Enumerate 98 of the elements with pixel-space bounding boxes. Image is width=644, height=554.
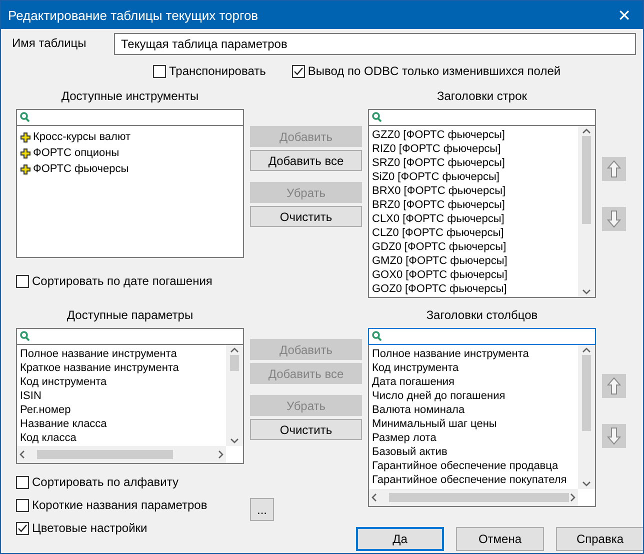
- scroll-up-icon[interactable]: [582, 128, 591, 134]
- tree-item[interactable]: ФОРТС опционы: [33, 146, 120, 160]
- field-label: Имя таблицы: [12, 36, 88, 50]
- list-item[interactable]: GMZ0 [ФОРТС фьючерсы]: [372, 254, 508, 268]
- list-heading: Заголовки строк: [436, 89, 527, 104]
- list-item[interactable]: Код инструмента: [20, 375, 107, 389]
- list-item[interactable]: Полное название инструмента: [20, 347, 177, 361]
- list-item[interactable]: CLZ0 [ФОРТС фьючерсы]: [372, 226, 504, 240]
- search-field[interactable]: [368, 109, 596, 126]
- plus-icon[interactable]: [20, 132, 31, 142]
- list-item[interactable]: Название класса: [20, 417, 107, 431]
- list-item[interactable]: Размер лота: [372, 431, 436, 445]
- scroll-left-icon[interactable]: [19, 450, 25, 459]
- scroll-right-icon[interactable]: [570, 493, 576, 502]
- checkbox[interactable]: [153, 64, 166, 78]
- list-item[interactable]: GDZ0 [ФОРТС фьючерсы]: [372, 240, 506, 254]
- scrollbar-thumb[interactable]: [582, 136, 591, 224]
- scrollbar-thumb[interactable]: [582, 355, 591, 431]
- list-item[interactable]: Код инструмента: [372, 361, 459, 375]
- list-item[interactable]: Рег.номер: [20, 403, 71, 417]
- list-heading: Доступные параметры: [66, 308, 194, 323]
- tree-item[interactable]: ФОРТС фьючерсы: [33, 162, 129, 176]
- checkbox-label: Цветовые настройки: [32, 521, 148, 535]
- window-title: Редактирование таблицы текущих торгов: [8, 8, 258, 22]
- search-icon: [20, 331, 30, 342]
- search-icon: [372, 112, 382, 123]
- list-item[interactable]: Валюта номинала: [372, 403, 465, 417]
- checkbox[interactable]: [16, 522, 29, 534]
- list-item[interactable]: CLX0 [ФОРТС фьючерсы]: [372, 212, 504, 226]
- scrollbar-thumb[interactable]: [37, 450, 173, 459]
- table-name-field[interactable]: Текущая таблица параметров: [114, 33, 636, 55]
- list-button[interactable]: Очистить: [250, 206, 362, 227]
- list-heading: Заголовки столбцов: [426, 308, 538, 323]
- scroll-down-icon[interactable]: [582, 289, 591, 295]
- more-button[interactable]: ...: [250, 498, 274, 521]
- vertical-scrollbar[interactable]: [226, 345, 243, 446]
- checkbox[interactable]: [292, 64, 305, 78]
- scroll-down-icon[interactable]: [230, 438, 239, 444]
- scroll-down-icon[interactable]: [582, 481, 591, 487]
- list-item[interactable]: ISIN: [20, 389, 42, 403]
- list-item[interactable]: Гарантийное обеспечение продавца: [372, 459, 558, 473]
- move-down-button[interactable]: [602, 424, 626, 448]
- checkbox-label: Короткие названия параметров: [32, 498, 208, 512]
- plus-icon[interactable]: [20, 164, 31, 174]
- list-item[interactable]: Полное название инструмента: [372, 347, 529, 361]
- checkbox-label: Сортировать по алфавиту: [32, 475, 178, 489]
- list-item[interactable]: GOX0 [ФОРТС фьючерсы]: [372, 268, 508, 282]
- checkbox[interactable]: [16, 274, 29, 288]
- list-item[interactable]: SRZ0 [ФОРТС фьючерсы]: [372, 156, 505, 170]
- list-item[interactable]: Минимальный шаг цены: [372, 417, 497, 431]
- dialog-button[interactable]: Отмена: [456, 527, 544, 551]
- list-item[interactable]: BRX0 [ФОРТС фьючерсы]: [372, 184, 506, 198]
- list-item[interactable]: Число дней до погашения: [372, 389, 506, 403]
- list-item[interactable]: RIZ0 [ФОРТС фьючерсы]: [372, 142, 501, 156]
- list-button[interactable]: Очистить: [250, 419, 362, 440]
- scroll-up-icon[interactable]: [582, 347, 591, 353]
- parameters-list[interactable]: Полное название инструмента Краткое название инструмента Код инструмента ISIN Рег.номер Название класса Код класса: [16, 345, 244, 464]
- vertical-scrollbar[interactable]: [578, 345, 595, 489]
- list-item[interactable]: GZZ0 [ФОРТС фьючерсы]: [372, 128, 505, 142]
- column-headers-list[interactable]: [368, 345, 596, 507]
- scroll-right-icon[interactable]: [218, 450, 224, 459]
- scroll-up-icon[interactable]: [230, 347, 239, 353]
- list-item[interactable]: Код класса: [20, 431, 76, 445]
- scrollbar-thumb[interactable]: [389, 493, 569, 502]
- checkbox-label: Транспонировать: [169, 64, 266, 78]
- search-field[interactable]: [16, 109, 244, 126]
- move-up-button[interactable]: [602, 157, 626, 181]
- search-icon: [20, 112, 30, 123]
- list-item[interactable]: Гарантийное обеспечение покупателя: [372, 473, 567, 487]
- list-item[interactable]: Краткое название инструмента: [20, 361, 179, 375]
- horizontal-scrollbar[interactable]: [369, 489, 578, 506]
- list-item[interactable]: GOZ0 [ФОРТС фьючерсы]: [372, 282, 507, 296]
- row-headers-list[interactable]: [368, 126, 596, 298]
- list-item[interactable]: Дата погашения: [372, 375, 454, 389]
- search-icon: [372, 331, 382, 342]
- move-down-button[interactable]: [602, 207, 626, 231]
- horizontal-scrollbar[interactable]: [17, 446, 226, 463]
- checkbox[interactable]: [16, 476, 29, 488]
- instrument-tree[interactable]: Кросс-курсы валют ФОРТС опционы ФОРТС фьючерсы: [16, 126, 244, 258]
- search-field[interactable]: [368, 328, 596, 345]
- checkbox-label: Сортировать по дате погашения: [32, 274, 212, 288]
- scrollbar-thumb[interactable]: [230, 355, 239, 371]
- search-field[interactable]: [16, 328, 244, 345]
- scroll-left-icon[interactable]: [371, 493, 377, 502]
- vertical-scrollbar[interactable]: [578, 126, 595, 297]
- list-item[interactable]: SiZ0 [ФОРТС фьючерсы]: [372, 170, 500, 184]
- list-item[interactable]: Базовый актив: [372, 445, 448, 459]
- plus-icon[interactable]: [20, 148, 31, 158]
- list-heading: Доступные инструменты: [61, 89, 199, 104]
- close-button[interactable]: ✕: [614, 6, 635, 24]
- tree-item[interactable]: Кросс-курсы валют: [33, 130, 131, 144]
- checkbox-label: Вывод по ODBC только изменившихся полей: [308, 64, 561, 78]
- list-item[interactable]: BRZ0 [ФОРТС фьючерсы]: [372, 198, 505, 212]
- checkbox[interactable]: [16, 498, 29, 512]
- dialog-button[interactable]: Да: [356, 527, 444, 551]
- list-button[interactable]: Добавить все: [250, 150, 362, 171]
- move-up-button[interactable]: [602, 374, 626, 398]
- dialog-button[interactable]: Справка: [556, 527, 643, 551]
